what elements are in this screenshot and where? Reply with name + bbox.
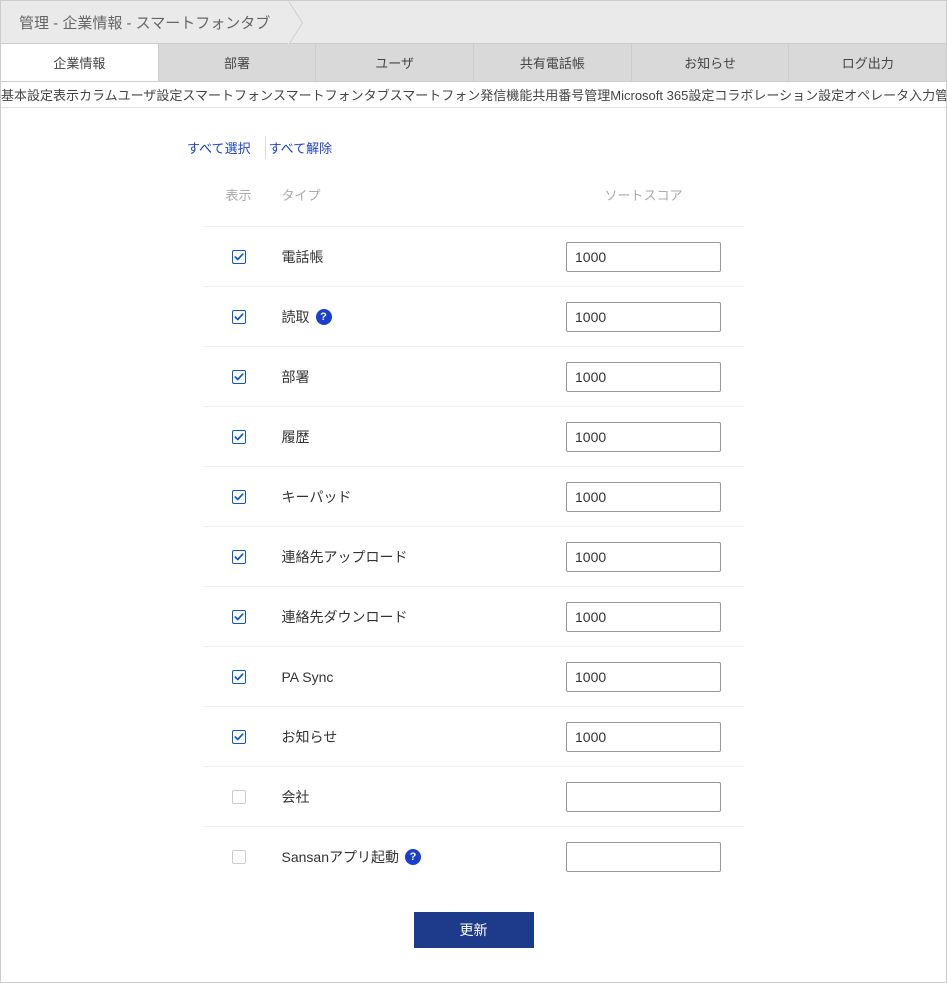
update-button[interactable]: 更新 (414, 912, 534, 948)
show-checkbox[interactable] (232, 670, 246, 684)
main-tab-2[interactable]: ユーザ (316, 44, 474, 81)
show-checkbox[interactable] (232, 550, 246, 564)
header-show: 表示 (204, 185, 274, 204)
table-row: 部署 (204, 346, 744, 406)
sort-score-input[interactable] (566, 362, 721, 392)
select-all-link[interactable]: すべて選択 (187, 138, 251, 157)
sort-score-input[interactable] (566, 842, 721, 872)
show-checkbox[interactable] (232, 430, 246, 444)
sort-score-input[interactable] (566, 482, 721, 512)
sort-score-input[interactable] (566, 422, 721, 452)
type-label: キーパッド (282, 487, 352, 507)
show-checkbox[interactable] (232, 250, 246, 264)
sub-tab-2[interactable]: ユーザ設定 (118, 85, 183, 104)
sub-tab-6[interactable]: 共用番号管理 (532, 85, 610, 104)
show-checkbox[interactable] (232, 850, 246, 864)
table-row: 会社 (204, 766, 744, 826)
sub-tab-5[interactable]: スマートフォン発信機能 (390, 85, 533, 104)
main-tab-5[interactable]: ログ出力 (789, 44, 946, 81)
type-label: 会社 (282, 787, 310, 807)
sort-score-input[interactable] (566, 242, 721, 272)
main-tab-0[interactable]: 企業情報 (1, 44, 159, 81)
table-row: Sansanアプリ起動? (204, 826, 744, 886)
type-label: 連絡先ダウンロード (282, 607, 408, 627)
table-row: お知らせ (204, 706, 744, 766)
type-label: 電話帳 (282, 247, 324, 267)
sub-tab-1[interactable]: 表示カラム (53, 85, 118, 104)
smartphone-tab-table: 表示 タイプ ソートスコア 電話帳読取? 部署履歴キーパッド連絡先アップロード連絡… (204, 185, 744, 886)
sort-score-input[interactable] (566, 602, 721, 632)
sub-tab-3[interactable]: スマートフォン (182, 85, 273, 104)
table-header: 表示 タイプ ソートスコア (204, 185, 744, 226)
show-checkbox[interactable] (232, 730, 246, 744)
main-tab-3[interactable]: 共有電話帳 (474, 44, 632, 81)
deselect-all-link[interactable]: すべて解除 (269, 138, 333, 157)
select-links: すべて選択 すべて解除 (187, 138, 906, 157)
type-label: PA Sync (282, 669, 334, 685)
sub-tab-4[interactable]: スマートフォンタブ (273, 85, 390, 104)
main-tab-4[interactable]: お知らせ (632, 44, 790, 81)
help-icon[interactable]: ? (316, 309, 332, 325)
header-score: ソートスコア (544, 185, 744, 204)
sort-score-input[interactable] (566, 782, 721, 812)
breadcrumb-item: 管理 - 企業情報 - スマートフォンタブ (1, 1, 288, 43)
table-row: 連絡先ダウンロード (204, 586, 744, 646)
table-row: 履歴 (204, 406, 744, 466)
table-row: 読取? (204, 286, 744, 346)
sort-score-input[interactable] (566, 662, 721, 692)
show-checkbox[interactable] (232, 610, 246, 624)
sub-tab-0[interactable]: 基本設定 (1, 85, 53, 104)
type-label: 履歴 (282, 427, 310, 447)
sort-score-input[interactable] (566, 722, 721, 752)
header-type: タイプ (274, 185, 544, 204)
sub-tab-8[interactable]: コラボレーション設定 (714, 85, 844, 104)
show-checkbox[interactable] (232, 370, 246, 384)
table-row: 連絡先アップロード (204, 526, 744, 586)
divider (265, 136, 266, 159)
type-label: 読取 (282, 307, 310, 327)
table-row: キーパッド (204, 466, 744, 526)
sub-tabs: 基本設定表示カラムユーザ設定スマートフォンスマートフォンタブスマートフォン発信機… (1, 82, 946, 108)
main-tab-1[interactable]: 部署 (159, 44, 317, 81)
sort-score-input[interactable] (566, 302, 721, 332)
show-checkbox[interactable] (232, 790, 246, 804)
table-row: 電話帳 (204, 226, 744, 286)
sub-tab-7[interactable]: Microsoft 365設定 (610, 85, 714, 104)
breadcrumb: 管理 - 企業情報 - スマートフォンタブ (1, 0, 946, 44)
table-row: PA Sync (204, 646, 744, 706)
main-tabs: 企業情報部署ユーザ共有電話帳お知らせログ出力 (1, 44, 946, 82)
sort-score-input[interactable] (566, 542, 721, 572)
help-icon[interactable]: ? (405, 849, 421, 865)
sub-tab-9[interactable]: オペレータ入力管理 (844, 85, 946, 104)
type-label: 部署 (282, 367, 310, 387)
show-checkbox[interactable] (232, 490, 246, 504)
type-label: 連絡先アップロード (282, 547, 408, 567)
show-checkbox[interactable] (232, 310, 246, 324)
type-label: お知らせ (282, 727, 338, 747)
type-label: Sansanアプリ起動 (282, 847, 399, 867)
